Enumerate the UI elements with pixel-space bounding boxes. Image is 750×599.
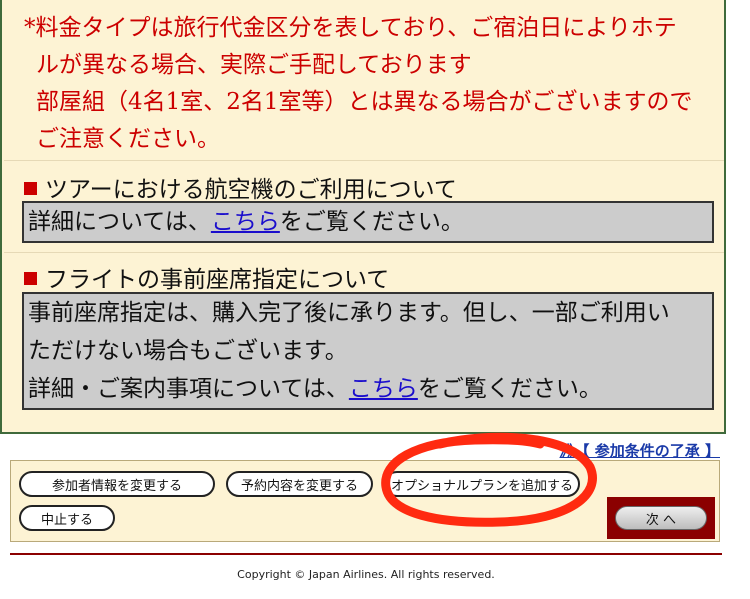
aircraft-details-link[interactable]: こちら bbox=[211, 209, 280, 235]
action-button-area: 参加者情報を変更する 予約内容を変更する オプショナルプランを追加する 中止する… bbox=[10, 460, 720, 542]
seat-details-link[interactable]: こちら bbox=[349, 376, 418, 402]
note-line: ご注意ください。 bbox=[36, 126, 220, 152]
change-participant-info-button[interactable]: 参加者情報を変更する bbox=[19, 471, 215, 497]
aircraft-section-heading: ツアーにおける航空機のご利用について bbox=[24, 170, 457, 204]
add-optional-plan-button[interactable]: オプショナルプランを追加する bbox=[384, 471, 580, 497]
info-line: ただけない場合もございます。 bbox=[28, 338, 348, 364]
copyright-text: Copyright © Japan Airlines. All rights r… bbox=[237, 568, 495, 581]
notice-panel: *料金タイプは旅行代金区分を表しており、ご宿泊日によりホテ ルが異なる場合、実際… bbox=[0, 0, 726, 434]
cancel-button[interactable]: 中止する bbox=[19, 505, 115, 531]
aircraft-info-box: 詳細については、こちらをご覧ください。 bbox=[22, 201, 714, 243]
red-square-bullet-icon bbox=[24, 182, 37, 195]
next-button[interactable]: 次 へ bbox=[615, 506, 707, 530]
info-line: 詳細については、こちらをご覧ください。 bbox=[28, 209, 464, 235]
participation-terms-link[interactable]: 》》【 参加条件の了承 】 bbox=[560, 440, 720, 461]
note-line: ルが異なる場合、実際ご手配しております bbox=[36, 52, 472, 78]
change-booking-details-button[interactable]: 予約内容を変更する bbox=[226, 471, 373, 497]
red-square-bullet-icon bbox=[24, 272, 37, 285]
fare-type-note: *料金タイプは旅行代金区分を表しており、ご宿泊日によりホテ ルが異なる場合、実際… bbox=[24, 10, 724, 158]
info-line: 事前座席指定は、購入完了後に承ります。但し、一部ご利用い bbox=[28, 300, 670, 326]
section-divider bbox=[4, 160, 724, 161]
seat-section-heading: フライトの事前座席指定について bbox=[24, 260, 389, 294]
section-divider bbox=[4, 252, 724, 253]
next-button-frame: 次 へ bbox=[607, 497, 715, 539]
note-line: *料金タイプは旅行代金区分を表しており、ご宿泊日によりホテ bbox=[24, 15, 677, 41]
note-line: 部屋組（4名1室、2名1室等）とは異なる場合がございますので bbox=[36, 89, 693, 115]
footer-divider bbox=[10, 553, 722, 555]
seat-info-box: 事前座席指定は、購入完了後に承ります。但し、一部ご利用い ただけない場合もござい… bbox=[22, 292, 714, 410]
info-line: 詳細・ご案内事項については、こちらをご覧ください。 bbox=[28, 376, 602, 402]
